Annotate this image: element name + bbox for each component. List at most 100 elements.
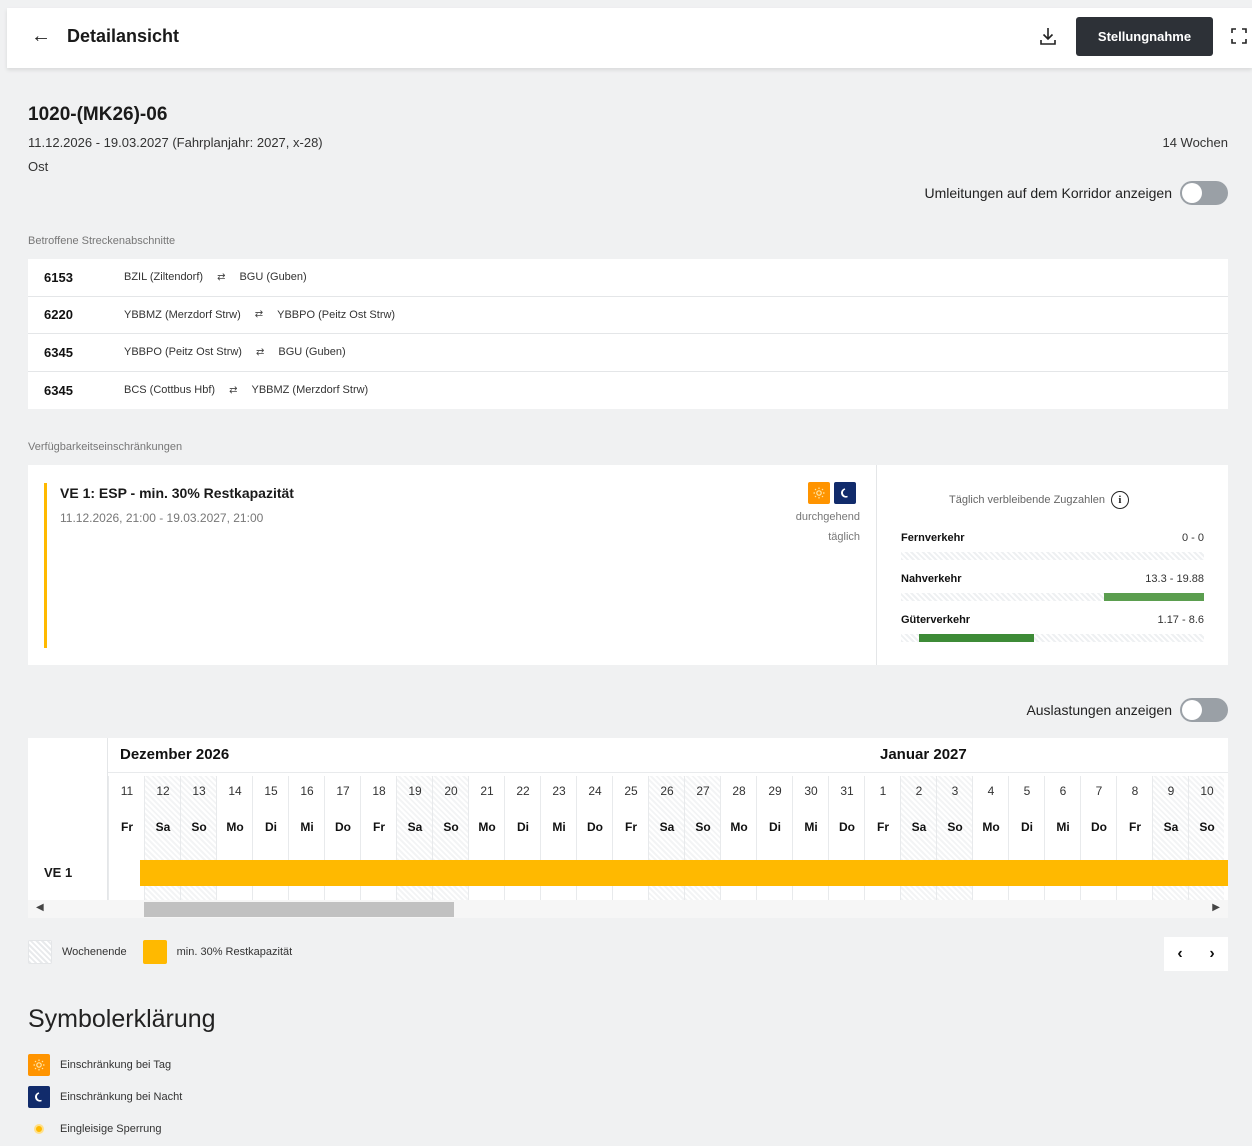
train-counts-panel: Täglich verbleibende Zugzahlen i Fernver… bbox=[877, 465, 1228, 665]
stellungnahme-button[interactable]: Stellungnahme bbox=[1076, 17, 1213, 56]
day-name: So bbox=[1199, 820, 1215, 834]
count-bar-track bbox=[901, 593, 1204, 601]
day-name: Mo bbox=[226, 820, 244, 834]
corridor-toggle-label: Umleitungen auf dem Korridor anzeigen bbox=[924, 185, 1172, 201]
day-number: 22 bbox=[516, 784, 530, 798]
symbol-legend-label: Einschränkung bei Tag bbox=[60, 1059, 172, 1071]
count-value: 13.3 - 19.88 bbox=[1145, 573, 1204, 585]
segments-section-label: Betroffene Streckenabschnitte bbox=[28, 235, 176, 247]
timeline-pager: ‹ › bbox=[1164, 937, 1228, 971]
utilization-toggle-row: Auslastungen anzeigen bbox=[1026, 698, 1228, 722]
scrollbar-thumb[interactable] bbox=[144, 902, 454, 917]
day-name: Mi bbox=[300, 820, 314, 834]
switch-knob bbox=[1182, 700, 1202, 720]
day-name: Sa bbox=[659, 820, 675, 834]
segment-id: 6153 bbox=[44, 269, 73, 285]
day-number: 25 bbox=[624, 784, 638, 798]
day-name: So bbox=[443, 820, 459, 834]
utilization-toggle-label: Auslastungen anzeigen bbox=[1026, 702, 1172, 718]
day-column: 11 Fr bbox=[108, 776, 144, 900]
switch-knob bbox=[1182, 183, 1202, 203]
day-number: 7 bbox=[1095, 784, 1103, 798]
moon-icon bbox=[28, 1086, 50, 1108]
info-icon[interactable]: i bbox=[1110, 491, 1129, 509]
count-bar-fill bbox=[919, 634, 1035, 642]
bidirectional-arrow-icon: ⇄ bbox=[229, 384, 238, 396]
day-number: 18 bbox=[372, 784, 386, 798]
download-icon[interactable] bbox=[1037, 24, 1059, 48]
day-number: 12 bbox=[156, 784, 170, 798]
day-name: So bbox=[191, 820, 207, 834]
weekend-swatch bbox=[28, 940, 52, 964]
legend-weekend-label: Wochenende bbox=[62, 946, 127, 958]
count-label: Fernverkehr bbox=[901, 532, 965, 544]
corridor-toggle-switch[interactable] bbox=[1180, 181, 1228, 205]
day-number: 8 bbox=[1131, 784, 1139, 798]
count-value: 0 - 0 bbox=[1181, 532, 1204, 544]
chevron-left-icon[interactable]: ‹ bbox=[1177, 945, 1182, 963]
fullscreen-icon[interactable] bbox=[1231, 28, 1247, 44]
month-label: Januar 2027 bbox=[880, 746, 967, 763]
day-name: Fr bbox=[877, 820, 889, 834]
restriction-timeline-bar[interactable] bbox=[140, 860, 1228, 886]
day-name: Sa bbox=[407, 820, 423, 834]
day-number: 6 bbox=[1059, 784, 1067, 798]
timeline-row-label: VE 1 bbox=[44, 865, 73, 880]
scroll-right-arrow-icon[interactable]: ▶ bbox=[1212, 902, 1220, 913]
day-number: 2 bbox=[915, 784, 923, 798]
day-number: 20 bbox=[444, 784, 458, 798]
day-name: Di bbox=[265, 820, 277, 834]
sun-icon bbox=[808, 482, 830, 504]
segment-id: 6220 bbox=[44, 307, 73, 323]
restriction-frequency: täglich bbox=[828, 531, 860, 543]
day-name: Fr bbox=[121, 820, 133, 834]
symbol-legend-label: Eingleisige Sperrung bbox=[60, 1123, 162, 1135]
bidirectional-arrow-icon: ⇄ bbox=[255, 346, 265, 358]
day-number: 3 bbox=[951, 784, 959, 798]
chevron-right-icon[interactable]: › bbox=[1209, 945, 1214, 963]
day-name: Sa bbox=[155, 820, 171, 834]
segment-row: 6345 YBBPO (Peitz Ost Strw) ⇄ BGU (Guben… bbox=[28, 334, 1228, 372]
sun-icon bbox=[28, 1054, 50, 1076]
scroll-left-arrow-icon[interactable]: ◀ bbox=[36, 902, 44, 913]
timeline-scrollbar[interactable]: ◀ ▶ bbox=[28, 900, 1228, 918]
back-arrow-icon[interactable]: ← bbox=[31, 24, 51, 48]
day-name: Mi bbox=[1056, 820, 1070, 834]
day-number: 17 bbox=[336, 784, 350, 798]
day-number: 10 bbox=[1200, 784, 1214, 798]
symbol-legend-item: Eingleisige Sperrung bbox=[28, 1118, 162, 1140]
month-label: Dezember 2026 bbox=[120, 746, 230, 763]
day-number: 26 bbox=[660, 784, 674, 798]
day-header-divider bbox=[108, 772, 1228, 773]
symbol-legend-item: Einschränkung bei Nacht bbox=[28, 1086, 182, 1108]
day-name: Di bbox=[517, 820, 529, 834]
top-bar: ← Detailansicht Stellungnahme bbox=[7, 8, 1252, 68]
day-name: Mi bbox=[804, 820, 818, 834]
timeline-legend: Wochenende min. 30% Restkapazität bbox=[28, 940, 292, 964]
day-number: 5 bbox=[1023, 784, 1031, 798]
bidirectional-arrow-icon: ⇄ bbox=[254, 309, 264, 321]
day-number: 31 bbox=[840, 784, 854, 798]
day-number: 1 bbox=[879, 784, 887, 798]
page-title: Detailansicht bbox=[67, 26, 180, 46]
segment-from: YBBPO (Peitz Ost Strw) bbox=[124, 346, 242, 359]
day-name: So bbox=[947, 820, 963, 834]
segments-list: 6153 BZIL (Ziltendorf) ⇄ BGU (Guben) 622… bbox=[28, 259, 1228, 409]
dot-shape bbox=[34, 1124, 44, 1134]
day-name: Mo bbox=[730, 820, 748, 834]
segment-from: BZIL (Ziltendorf) bbox=[124, 271, 204, 284]
day-number: 28 bbox=[732, 784, 746, 798]
segment-row: 6153 BZIL (Ziltendorf) ⇄ BGU (Guben) bbox=[28, 259, 1228, 297]
segment-to: YBBPO (Peitz Ost Strw) bbox=[277, 308, 396, 321]
day-number: 11 bbox=[120, 784, 134, 798]
day-number: 23 bbox=[552, 784, 566, 798]
project-id: 1020-(MK26)-06 bbox=[28, 104, 168, 125]
train-counts-heading: Täglich verbleibende Zugzahlen i bbox=[949, 491, 1129, 509]
timeline-label-column: VE 1 bbox=[28, 738, 108, 900]
restriction-icons bbox=[808, 482, 856, 504]
day-number: 16 bbox=[300, 784, 314, 798]
day-number: 14 bbox=[228, 784, 242, 798]
day-name: Do bbox=[587, 820, 603, 834]
utilization-toggle-switch[interactable] bbox=[1180, 698, 1228, 722]
day-name: Sa bbox=[911, 820, 927, 834]
